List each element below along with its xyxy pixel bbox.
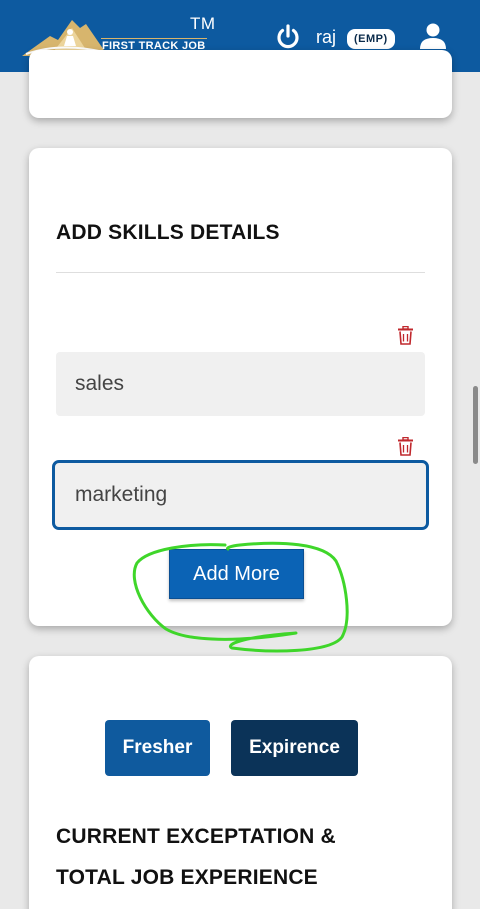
section-divider [56,272,425,273]
previous-section-card [29,50,452,118]
skills-card: ADD SKILLS DETAILS Add More [29,148,452,626]
trash-icon[interactable] [397,326,414,345]
add-more-button[interactable]: Add More [169,549,304,599]
skills-section-title: ADD SKILLS DETAILS [56,221,280,244]
experience-card: Fresher Expirence CURRENT EXCEPTATION & … [29,656,452,909]
username-label: raj [316,27,337,47]
experience-button[interactable]: Expirence [231,720,358,776]
trash-icon[interactable] [397,437,414,456]
power-icon[interactable] [275,24,301,50]
experience-section-title-line2: TOTAL JOB EXPERIENCE [56,866,318,889]
skill-input-1[interactable] [56,352,425,416]
skill-input-2[interactable] [52,460,429,530]
trademark-label: TM [190,14,216,33]
page-scrollbar[interactable] [473,386,478,464]
user-icon[interactable] [419,22,447,50]
role-badge: (EMP) [347,29,395,49]
experience-section-title-line1: CURRENT EXCEPTATION & [56,825,336,848]
fresher-button[interactable]: Fresher [105,720,210,776]
